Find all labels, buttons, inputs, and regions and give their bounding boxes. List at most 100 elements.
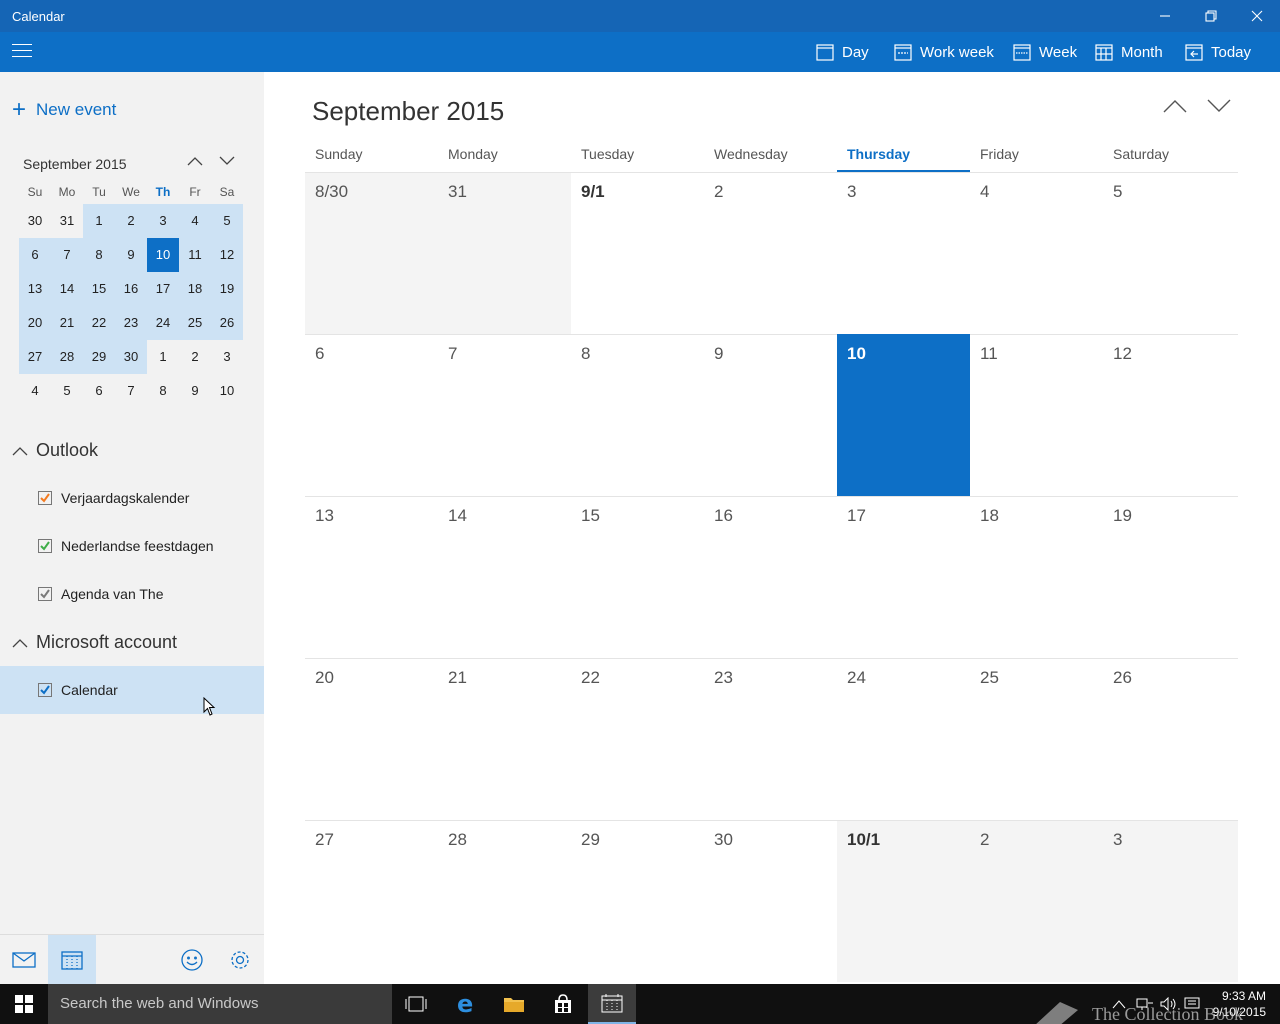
mini-calendar-day[interactable]: 8 — [147, 374, 179, 408]
mini-calendar-day[interactable]: 3 — [211, 340, 243, 374]
day-cell[interactable]: 3 — [837, 172, 970, 334]
day-cell[interactable]: 26 — [1103, 658, 1238, 820]
group-microsoft-account[interactable]: Microsoft account — [12, 632, 177, 653]
feedback-button[interactable] — [168, 935, 216, 985]
mini-calendar-day[interactable]: 19 — [211, 272, 243, 306]
minimize-button[interactable] — [1142, 0, 1188, 32]
mini-calendar-day[interactable]: 4 — [19, 374, 51, 408]
calendar-checkbox[interactable] — [38, 491, 52, 505]
mini-calendar-day[interactable]: 7 — [115, 374, 147, 408]
day-cell[interactable]: 24 — [837, 658, 970, 820]
mini-calendar-day[interactable]: 17 — [147, 272, 179, 306]
day-cell[interactable]: 12 — [1103, 334, 1238, 496]
day-cell[interactable]: 19 — [1103, 496, 1238, 658]
day-cell[interactable]: 30 — [704, 820, 837, 982]
mini-calendar-day[interactable]: 6 — [83, 374, 115, 408]
day-cell[interactable]: 25 — [970, 658, 1103, 820]
taskbar-search-box[interactable]: Search the web and Windows — [48, 984, 392, 1024]
day-cell[interactable]: 17 — [837, 496, 970, 658]
calendar-taskbar-button[interactable] — [588, 984, 636, 1024]
day-view-button[interactable]: Day — [816, 32, 869, 72]
calendar-app-button[interactable] — [48, 935, 96, 985]
day-cell[interactable]: 10/1 — [837, 820, 970, 982]
mini-calendar-day[interactable]: 7 — [51, 238, 83, 272]
week-view-button[interactable]: Week — [1013, 32, 1077, 72]
mini-calendar-day[interactable]: 13 — [19, 272, 51, 306]
mini-calendar-day[interactable]: 6 — [19, 238, 51, 272]
calendar-item-agenda-van-the[interactable]: Agenda van The — [0, 570, 264, 618]
day-cell[interactable]: 2 — [704, 172, 837, 334]
day-cell[interactable]: 22 — [571, 658, 704, 820]
mini-calendar-day[interactable]: 22 — [83, 306, 115, 340]
mini-calendar-day[interactable]: 2 — [115, 204, 147, 238]
day-cell[interactable]: 3 — [1103, 820, 1238, 982]
restore-button[interactable] — [1188, 0, 1234, 32]
day-cell[interactable]: 31 — [438, 172, 571, 334]
mini-calendar-day[interactable]: 5 — [51, 374, 83, 408]
day-cell[interactable]: 8 — [571, 334, 704, 496]
mini-calendar-next-button[interactable] — [216, 152, 238, 170]
mini-calendar-day[interactable]: 4 — [179, 204, 211, 238]
group-outlook[interactable]: Outlook — [12, 440, 98, 461]
mini-calendar-day[interactable]: 15 — [83, 272, 115, 306]
mini-calendar-day[interactable]: 25 — [179, 306, 211, 340]
calendar-checkbox[interactable] — [38, 539, 52, 553]
day-cell[interactable]: 16 — [704, 496, 837, 658]
mini-calendar-day[interactable]: 1 — [83, 204, 115, 238]
next-month-button[interactable] — [1204, 94, 1234, 118]
mini-calendar-day[interactable]: 30 — [115, 340, 147, 374]
work-week-view-button[interactable]: Work week — [894, 32, 994, 72]
mini-calendar-day[interactable]: 31 — [51, 204, 83, 238]
mini-calendar-day[interactable]: 12 — [211, 238, 243, 272]
day-cell[interactable]: 27 — [305, 820, 438, 982]
mini-calendar-day[interactable]: 27 — [19, 340, 51, 374]
file-explorer-button[interactable] — [490, 984, 538, 1024]
today-button[interactable]: Today — [1185, 32, 1251, 72]
start-button[interactable] — [0, 984, 48, 1024]
day-cell[interactable]: 23 — [704, 658, 837, 820]
mini-calendar-day[interactable]: 24 — [147, 306, 179, 340]
mini-calendar-day[interactable]: 10 — [211, 374, 243, 408]
hamburger-menu-icon[interactable] — [12, 44, 32, 60]
day-cell[interactable]: 9/1 — [571, 172, 704, 334]
mini-calendar-day[interactable]: 11 — [179, 238, 211, 272]
task-view-button[interactable] — [392, 984, 440, 1024]
calendar-item-verjaardagskalender[interactable]: Verjaardagskalender — [0, 474, 264, 522]
day-cell[interactable]: 5 — [1103, 172, 1238, 334]
mini-calendar-day[interactable]: 21 — [51, 306, 83, 340]
day-cell[interactable]: 14 — [438, 496, 571, 658]
mail-button[interactable] — [0, 935, 48, 985]
day-cell-today[interactable]: 10 — [837, 334, 970, 496]
calendar-item-nederlandse-feestdagen[interactable]: Nederlandse feestdagen — [0, 522, 264, 570]
mini-calendar-day[interactable]: 3 — [147, 204, 179, 238]
day-cell[interactable]: 29 — [571, 820, 704, 982]
mini-calendar-day[interactable]: 30 — [19, 204, 51, 238]
mini-calendar-day-today[interactable]: 10 — [147, 238, 179, 272]
mini-calendar-day[interactable]: 9 — [115, 238, 147, 272]
calendar-checkbox[interactable] — [38, 683, 52, 697]
settings-button[interactable] — [216, 935, 264, 985]
month-view-button[interactable]: Month — [1095, 32, 1163, 72]
day-cell[interactable]: 20 — [305, 658, 438, 820]
mini-calendar-day[interactable]: 20 — [19, 306, 51, 340]
mini-calendar-day[interactable]: 8 — [83, 238, 115, 272]
day-cell[interactable]: 28 — [438, 820, 571, 982]
mini-calendar-day[interactable]: 14 — [51, 272, 83, 306]
calendar-checkbox[interactable] — [38, 587, 52, 601]
day-cell[interactable]: 2 — [970, 820, 1103, 982]
day-cell[interactable]: 15 — [571, 496, 704, 658]
calendar-item-calendar[interactable]: Calendar — [0, 666, 264, 714]
mini-calendar-day[interactable]: 28 — [51, 340, 83, 374]
mini-calendar-day[interactable]: 23 — [115, 306, 147, 340]
day-cell[interactable]: 9 — [704, 334, 837, 496]
mini-calendar-day[interactable]: 26 — [211, 306, 243, 340]
mini-calendar-day[interactable]: 5 — [211, 204, 243, 238]
mini-calendar-prev-button[interactable] — [184, 152, 206, 170]
new-event-button[interactable]: + New event — [12, 98, 116, 122]
mini-calendar-day[interactable]: 2 — [179, 340, 211, 374]
day-cell[interactable]: 4 — [970, 172, 1103, 334]
day-cell[interactable]: 13 — [305, 496, 438, 658]
close-button[interactable] — [1234, 0, 1280, 32]
edge-button[interactable]: e — [442, 984, 490, 1024]
day-cell[interactable]: 6 — [305, 334, 438, 496]
